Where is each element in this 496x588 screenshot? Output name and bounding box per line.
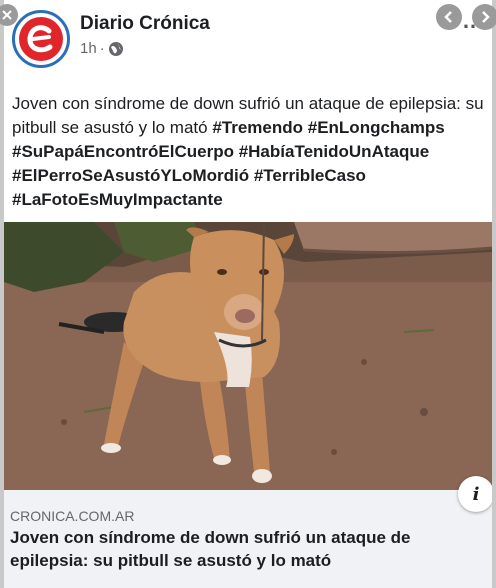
link-domain: CRONICA.COM.AR bbox=[10, 508, 135, 524]
post-meta: 1h · bbox=[80, 40, 124, 57]
page-avatar[interactable] bbox=[12, 10, 70, 68]
page-name[interactable]: Diario Crónica bbox=[80, 13, 210, 35]
post-photo[interactable] bbox=[4, 222, 492, 490]
chevron-right-icon[interactable] bbox=[472, 4, 496, 30]
post-text: Joven con síndrome de down sufrió un ata… bbox=[12, 92, 488, 212]
globe-icon bbox=[108, 41, 124, 57]
meta-separator: · bbox=[99, 40, 105, 57]
dog-photo-image bbox=[4, 222, 492, 490]
post-header: Diario Crónica 1h · … bbox=[4, 0, 492, 80]
link-title[interactable]: Joven con síndrome de down sufrió un ata… bbox=[10, 526, 450, 572]
chevron-left-icon[interactable] bbox=[436, 4, 462, 30]
cronica-logo-icon bbox=[19, 17, 63, 61]
info-icon[interactable]: i bbox=[458, 476, 492, 512]
facebook-post-card: Diario Crónica 1h · … Joven con síndrome… bbox=[4, 0, 492, 588]
post-time[interactable]: 1h bbox=[80, 40, 97, 57]
link-preview[interactable]: i CRONICA.COM.AR Joven con síndrome de d… bbox=[4, 476, 492, 588]
